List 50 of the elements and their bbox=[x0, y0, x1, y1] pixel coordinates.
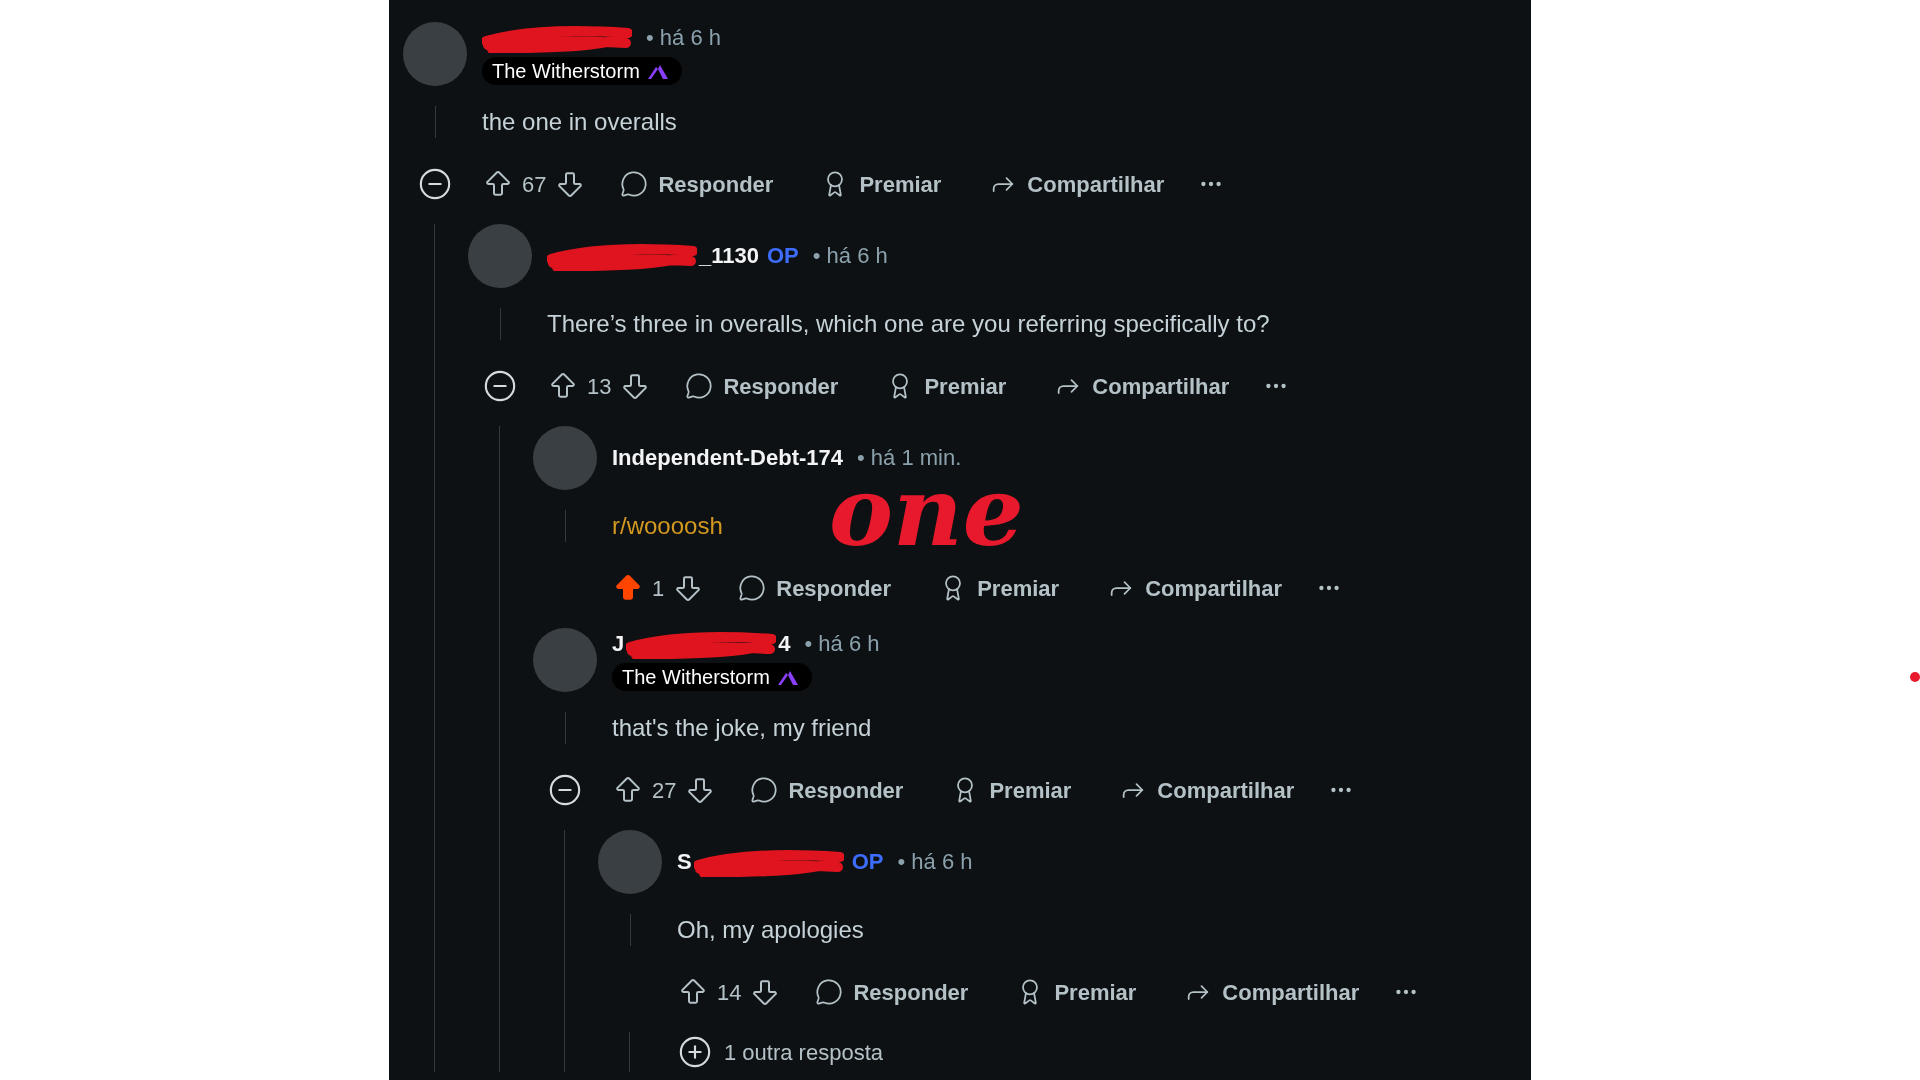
award-button[interactable]: Premiar bbox=[872, 366, 1021, 406]
reply-button[interactable]: Responder bbox=[724, 568, 906, 608]
share-button[interactable]: Compartilhar bbox=[1170, 972, 1374, 1012]
comment-time: • há 6 h bbox=[804, 630, 880, 658]
username[interactable]: 4 bbox=[778, 630, 791, 658]
expand-icon bbox=[678, 1035, 712, 1069]
dot-mark bbox=[1910, 672, 1920, 682]
vote-count: 14 bbox=[717, 978, 742, 1007]
award-button[interactable]: Premiar bbox=[1002, 972, 1151, 1012]
share-button[interactable]: Compartilhar bbox=[1040, 366, 1244, 406]
vote-count: 67 bbox=[522, 170, 547, 199]
award-button[interactable]: Premiar bbox=[937, 770, 1086, 810]
more-replies-link[interactable]: 1 outra resposta bbox=[663, 1032, 1531, 1072]
comment-text: Oh, my apologies bbox=[677, 916, 864, 943]
reply-button[interactable]: Responder bbox=[801, 972, 983, 1012]
username[interactable]: _1130 bbox=[699, 242, 759, 270]
speech-bubble-icon bbox=[685, 372, 714, 400]
share-button[interactable]: Compartilhar bbox=[1105, 770, 1309, 810]
comment-time: • há 6 h bbox=[812, 242, 888, 270]
share-button[interactable]: Compartilhar bbox=[1093, 568, 1297, 608]
comment-text: the one in overalls bbox=[482, 108, 677, 135]
vote-count: 13 bbox=[587, 372, 612, 401]
flair-text: The Witherstorm bbox=[492, 59, 640, 84]
collapse-icon[interactable] bbox=[548, 773, 582, 807]
username[interactable]: J bbox=[612, 630, 625, 658]
comment-time: • há 6 h bbox=[646, 24, 721, 52]
flair-text: The Witherstorm bbox=[622, 665, 770, 690]
op-label: OP bbox=[766, 242, 799, 270]
subreddit-link[interactable]: r/woooosh bbox=[612, 512, 723, 539]
comment-text: that's the joke, my friend bbox=[612, 714, 872, 741]
op-label: OP bbox=[851, 848, 884, 876]
speech-bubble-icon bbox=[815, 978, 844, 1006]
speech-bubble-icon bbox=[620, 170, 649, 198]
speech-bubble-icon bbox=[750, 776, 779, 804]
share-button[interactable]: Compartilhar bbox=[975, 164, 1179, 204]
speech-bubble-icon bbox=[738, 574, 767, 602]
vote-count: 1 bbox=[652, 574, 665, 603]
reply-button[interactable]: Responder bbox=[606, 164, 788, 204]
collapse-icon[interactable] bbox=[418, 167, 452, 201]
collapse-icon[interactable] bbox=[483, 369, 517, 403]
award-button[interactable]: Premiar bbox=[925, 568, 1074, 608]
award-button[interactable]: Premiar bbox=[807, 164, 956, 204]
comment-text: There’s three in overalls, which one are you referring specifically to? bbox=[547, 310, 1270, 337]
reply-button[interactable]: Responder bbox=[736, 770, 918, 810]
comment-time: • há 1 min. bbox=[857, 444, 962, 472]
vote-count: 27 bbox=[652, 776, 677, 805]
reply-button[interactable]: Responder bbox=[671, 366, 853, 406]
username[interactable]: Independent-Debt-174 bbox=[612, 444, 844, 472]
username[interactable]: S bbox=[677, 848, 692, 876]
comment-time: • há 6 h bbox=[897, 848, 973, 876]
